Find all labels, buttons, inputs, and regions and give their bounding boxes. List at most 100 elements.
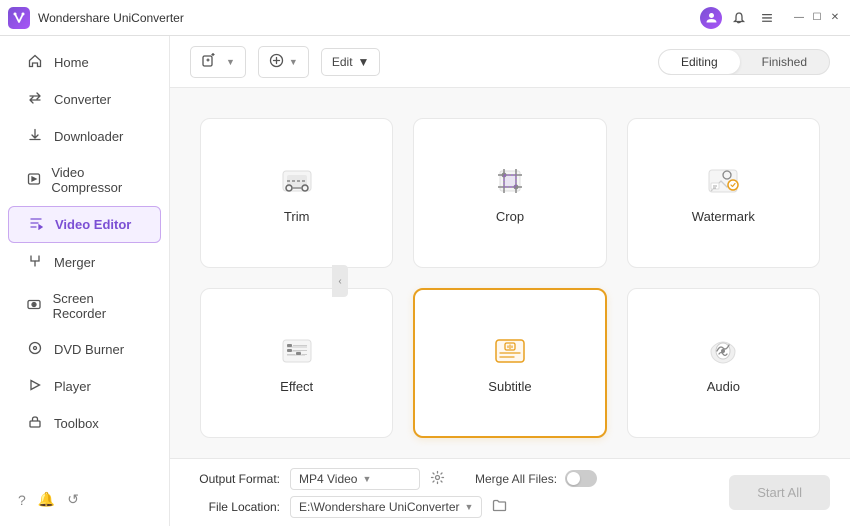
add-button[interactable]: ▼ — [258, 46, 309, 78]
sidebar-item-label: Merger — [54, 255, 95, 270]
edit-chevron: ▼ — [358, 55, 370, 69]
sidebar-item-merger[interactable]: Merger — [8, 245, 161, 280]
player-icon — [26, 378, 44, 395]
subtitle-icon — [492, 333, 528, 369]
subtitle-label: Subtitle — [488, 379, 531, 394]
add-chevron: ▼ — [289, 57, 298, 67]
audio-card[interactable]: Audio — [627, 288, 820, 438]
app-title: Wondershare UniConverter — [38, 11, 184, 25]
sidebar-item-label: Player — [54, 379, 91, 394]
sidebar-item-label: Toolbox — [54, 416, 99, 431]
merge-label: Merge All Files: — [475, 472, 557, 486]
add-icon — [269, 53, 284, 71]
video-compressor-icon — [26, 172, 41, 189]
sidebar-item-video-editor[interactable]: Video Editor — [8, 206, 161, 243]
sidebar-item-dvd-burner[interactable]: DVD Burner — [8, 332, 161, 367]
home-icon — [26, 54, 44, 71]
screen-recorder-icon — [26, 298, 43, 315]
start-all-button[interactable]: Start All — [729, 475, 830, 510]
merge-toggle-switch[interactable] — [565, 470, 597, 487]
format-settings-icon[interactable] — [430, 470, 445, 488]
sidebar-item-toolbox[interactable]: Toolbox — [8, 406, 161, 441]
trim-label: Trim — [284, 209, 310, 224]
maximize-button[interactable]: ☐ — [810, 11, 824, 25]
sidebar-item-home[interactable]: Home — [8, 45, 161, 80]
add-files-chevron: ▼ — [226, 57, 235, 67]
output-format-select[interactable]: MP4 Video ▼ — [290, 468, 420, 490]
content-area: ▼ ▼ Edit ▼ Editing Finished — [170, 36, 850, 526]
app-logo — [8, 7, 30, 29]
help-icon[interactable]: ? — [18, 492, 26, 508]
format-chevron: ▼ — [362, 474, 371, 484]
crop-icon — [492, 163, 528, 199]
sidebar-item-label: Home — [54, 55, 89, 70]
dvd-burner-icon — [26, 341, 44, 358]
subtitle-card[interactable]: Subtitle — [413, 288, 606, 438]
add-files-button[interactable]: ▼ — [190, 46, 246, 78]
add-files-icon — [201, 53, 216, 71]
merge-toggle-group: Merge All Files: — [475, 470, 597, 487]
crop-card[interactable]: Crop — [413, 118, 606, 268]
sidebar: Home Converter Downloader — [0, 36, 170, 526]
sidebar-item-screen-recorder[interactable]: Screen Recorder — [8, 282, 161, 330]
sidebar-item-converter[interactable]: Converter — [8, 82, 161, 117]
toolbar: ▼ ▼ Edit ▼ Editing Finished — [170, 36, 850, 88]
sidebar-item-downloader[interactable]: Downloader — [8, 119, 161, 154]
downloader-icon — [26, 128, 44, 145]
toolbox-icon — [26, 415, 44, 432]
folder-icon[interactable] — [492, 498, 507, 516]
bottom-bar: Output Format: MP4 Video ▼ Merge All Fil… — [170, 458, 850, 526]
sidebar-collapse-button[interactable]: ‹ — [332, 265, 348, 297]
watermark-icon — [705, 163, 741, 199]
sidebar-item-label: DVD Burner — [54, 342, 124, 357]
sidebar-item-player[interactable]: Player — [8, 369, 161, 404]
audio-label: Audio — [707, 379, 740, 394]
output-format-label: Output Format: — [190, 472, 280, 486]
watermark-card[interactable]: Watermark — [627, 118, 820, 268]
tab-group: Editing Finished — [658, 49, 830, 75]
menu-icon[interactable] — [756, 7, 778, 29]
file-location-value: E:\Wondershare UniConverter — [299, 500, 460, 514]
converter-icon — [26, 91, 44, 108]
notification-bell-icon[interactable]: 🔔 — [38, 491, 55, 508]
crop-label: Crop — [496, 209, 524, 224]
effect-icon — [279, 333, 315, 369]
edit-dropdown[interactable]: Edit ▼ — [321, 48, 381, 76]
effect-card[interactable]: Effect — [200, 288, 393, 438]
sidebar-bottom: ? 🔔 ↺ — [0, 481, 169, 518]
user-icon[interactable] — [700, 7, 722, 29]
sidebar-item-video-compressor[interactable]: Video Compressor — [8, 156, 161, 204]
window-controls: — ☐ ✕ — [792, 11, 842, 25]
title-bar-left: Wondershare UniConverter — [8, 7, 184, 29]
sidebar-item-label: Converter — [54, 92, 111, 107]
close-button[interactable]: ✕ — [828, 11, 842, 25]
edit-label: Edit — [332, 55, 353, 69]
tab-editing[interactable]: Editing — [659, 50, 740, 74]
trim-card[interactable]: Trim — [200, 118, 393, 268]
title-bar: Wondershare UniConverter — ☐ ✕ — [0, 0, 850, 36]
output-format-field: Output Format: MP4 Video ▼ Merge All Fil… — [190, 468, 709, 490]
video-editor-icon — [27, 216, 45, 233]
merger-icon — [26, 254, 44, 271]
sidebar-item-label: Video Editor — [55, 217, 131, 232]
watermark-label: Watermark — [692, 209, 755, 224]
bottom-fields: Output Format: MP4 Video ▼ Merge All Fil… — [190, 468, 709, 518]
trim-icon — [279, 163, 315, 199]
tab-finished[interactable]: Finished — [740, 50, 829, 74]
sidebar-item-label: Video Compressor — [51, 165, 143, 195]
file-location-label: File Location: — [190, 500, 280, 514]
file-location-field: File Location: E:\Wondershare UniConvert… — [190, 496, 709, 518]
sidebar-item-label: Downloader — [54, 129, 123, 144]
editor-grid: Trim Crop — [170, 88, 850, 458]
location-chevron: ▼ — [465, 502, 474, 512]
feedback-icon[interactable]: ↺ — [67, 491, 79, 508]
main-layout: Home Converter Downloader — [0, 36, 850, 526]
minimize-button[interactable]: — — [792, 11, 806, 25]
file-location-select[interactable]: E:\Wondershare UniConverter ▼ — [290, 496, 482, 518]
notification-icon[interactable] — [728, 7, 750, 29]
effect-label: Effect — [280, 379, 313, 394]
title-bar-right: — ☐ ✕ — [700, 7, 842, 29]
output-format-value: MP4 Video — [299, 472, 357, 486]
audio-icon — [705, 333, 741, 369]
sidebar-item-label: Screen Recorder — [53, 291, 143, 321]
